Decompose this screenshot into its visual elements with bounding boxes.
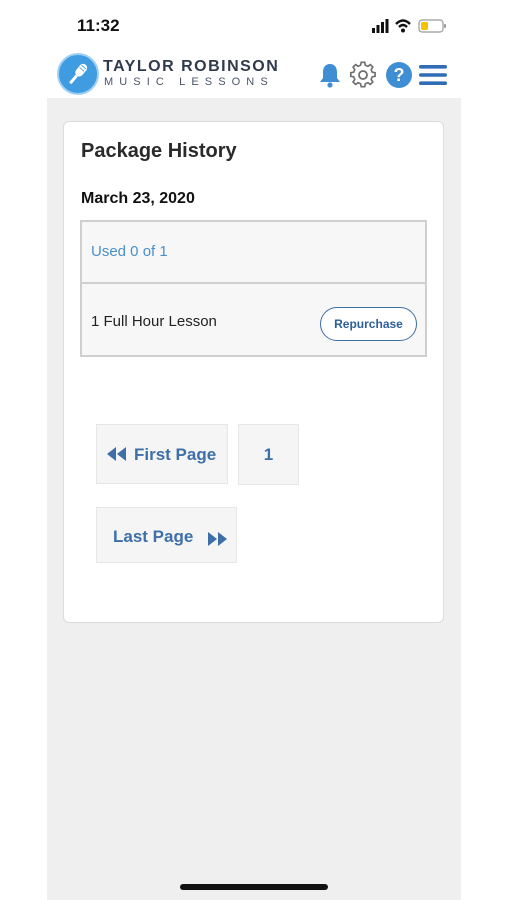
battery-icon bbox=[418, 19, 446, 33]
status-bar: 11:32 bbox=[0, 0, 507, 50]
microphone-logo-icon[interactable] bbox=[57, 53, 99, 95]
last-page-button[interactable]: Last Page bbox=[96, 507, 237, 563]
double-chevron-left-icon bbox=[107, 447, 126, 461]
wifi-icon bbox=[395, 19, 411, 33]
first-page-label: First Page bbox=[134, 445, 217, 464]
package-usage[interactable]: Used 0 of 1 bbox=[91, 243, 168, 260]
repurchase-button[interactable]: Repurchase bbox=[320, 307, 417, 341]
signal-icon bbox=[372, 19, 389, 33]
page-title: Package History bbox=[81, 140, 237, 162]
status-icons bbox=[372, 19, 446, 33]
svg-text:?: ? bbox=[394, 65, 405, 85]
double-chevron-right-icon bbox=[208, 532, 227, 546]
bell-icon[interactable] bbox=[316, 61, 344, 89]
package-date: March 23, 2020 bbox=[81, 190, 195, 207]
first-page-button[interactable]: First Page bbox=[96, 424, 228, 484]
brand-subtitle: MUSIC LESSONS bbox=[104, 76, 274, 88]
package-item: Used 0 of 1 1 Full Hour Lesson Repurchas… bbox=[80, 220, 427, 357]
divider bbox=[82, 282, 425, 284]
last-page-label: Last Page bbox=[113, 527, 194, 546]
page-number-button[interactable]: 1 bbox=[238, 424, 299, 485]
lesson-name: 1 Full Hour Lesson bbox=[91, 313, 217, 330]
status-time: 11:32 bbox=[77, 16, 120, 35]
help-icon[interactable]: ? bbox=[385, 61, 413, 89]
brand-name: TAYLOR ROBINSON bbox=[103, 58, 280, 75]
home-indicator[interactable] bbox=[180, 884, 328, 890]
app-header: TAYLOR ROBINSON MUSIC LESSONS ? bbox=[47, 50, 461, 98]
gear-icon[interactable] bbox=[349, 61, 377, 89]
menu-icon[interactable] bbox=[419, 61, 447, 89]
